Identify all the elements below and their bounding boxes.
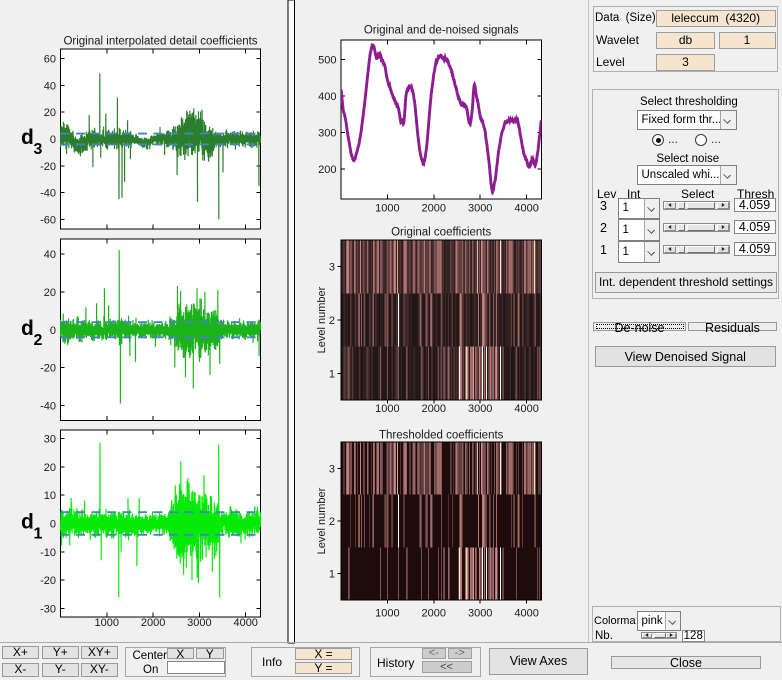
svg-text:1: 1	[329, 569, 335, 581]
svg-text:20: 20	[44, 462, 56, 474]
svg-text:-30: -30	[40, 604, 56, 616]
svg-text:Original interpolated detail c: Original interpolated detail coefficient…	[63, 36, 257, 48]
svg-text:1000: 1000	[375, 608, 399, 620]
svg-text:0: 0	[50, 134, 56, 146]
svg-text:Level number: Level number	[316, 286, 328, 353]
svg-text:20: 20	[44, 287, 56, 299]
svg-text:3: 3	[329, 463, 335, 475]
svg-text:3000: 3000	[187, 617, 211, 629]
svg-text:10: 10	[44, 490, 56, 502]
svg-text:d: d	[21, 126, 34, 149]
svg-text:1: 1	[34, 526, 43, 543]
svg-text:-20: -20	[40, 363, 56, 375]
svg-text:40: 40	[44, 80, 56, 92]
svg-text:60: 60	[44, 54, 56, 66]
svg-text:500: 500	[318, 54, 336, 66]
svg-text:2: 2	[329, 516, 335, 528]
svg-text:40: 40	[44, 249, 56, 261]
svg-text:3000: 3000	[468, 608, 492, 620]
svg-text:20: 20	[44, 107, 56, 119]
svg-text:-60: -60	[40, 214, 56, 226]
svg-text:2: 2	[329, 315, 335, 327]
svg-text:2000: 2000	[422, 203, 446, 215]
svg-text:0: 0	[50, 325, 56, 337]
svg-text:1000: 1000	[375, 203, 399, 215]
svg-text:30: 30	[44, 434, 56, 446]
svg-text:4000: 4000	[514, 403, 538, 415]
svg-text:Original coefficients: Original coefficients	[391, 227, 491, 239]
svg-text:3000: 3000	[468, 203, 492, 215]
svg-text:1000: 1000	[95, 617, 119, 629]
svg-text:Level number: Level number	[316, 487, 328, 554]
svg-text:4000: 4000	[233, 617, 257, 629]
svg-text:400: 400	[318, 91, 336, 103]
svg-text:Thresholded coefficients: Thresholded coefficients	[379, 430, 504, 442]
svg-text:4000: 4000	[514, 608, 538, 620]
svg-text:d: d	[21, 511, 34, 534]
svg-text:2000: 2000	[422, 608, 446, 620]
svg-text:1: 1	[329, 368, 335, 380]
svg-text:300: 300	[318, 128, 336, 140]
svg-text:-40: -40	[40, 188, 56, 200]
svg-text:200: 200	[318, 164, 336, 176]
svg-text:-10: -10	[40, 547, 56, 559]
svg-text:2: 2	[34, 332, 43, 349]
svg-text:3: 3	[329, 262, 335, 274]
svg-text:-20: -20	[40, 161, 56, 173]
svg-text:-20: -20	[40, 575, 56, 587]
svg-text:1000: 1000	[375, 403, 399, 415]
svg-text:0: 0	[50, 519, 56, 531]
svg-text:4000: 4000	[514, 203, 538, 215]
svg-text:2000: 2000	[141, 617, 165, 629]
svg-text:Original and de-noised signals: Original and de-noised signals	[364, 25, 519, 37]
svg-text:d: d	[21, 317, 34, 340]
svg-text:3000: 3000	[468, 403, 492, 415]
svg-text:3: 3	[34, 141, 43, 158]
svg-text:-40: -40	[40, 400, 56, 412]
svg-text:2000: 2000	[422, 403, 446, 415]
